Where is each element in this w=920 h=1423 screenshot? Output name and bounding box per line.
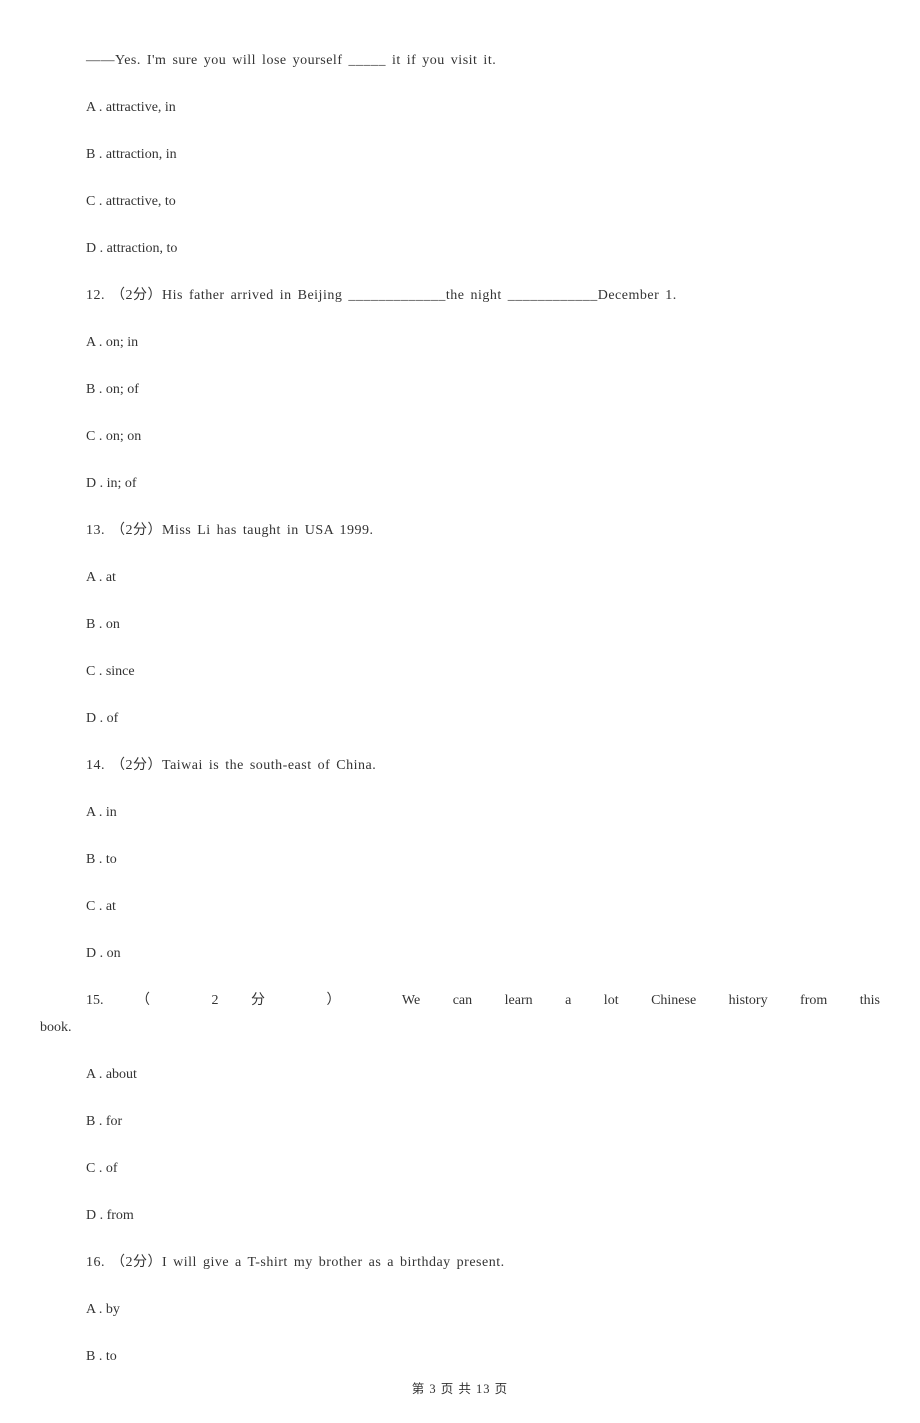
q13-option-d: D . of: [86, 708, 880, 729]
q16-option-b: B . to: [86, 1346, 880, 1367]
q13-text: 13. （2分）Miss Li has taught in USA 1999.: [86, 520, 880, 541]
q14-option-a: A . in: [86, 802, 880, 823]
q11-option-c: C . attractive, to: [86, 191, 880, 212]
page-footer: 第 3 页 共 13 页: [0, 1380, 920, 1399]
q15-option-a: A . about: [86, 1064, 880, 1085]
q11-option-a: A . attractive, in: [86, 97, 880, 118]
q11-option-d: D . attraction, to: [86, 238, 880, 259]
q12-option-b: B . on; of: [86, 379, 880, 400]
q13-option-a: A . at: [86, 567, 880, 588]
q14-option-d: D . on: [86, 943, 880, 964]
q11-continuation: ——Yes. I'm sure you will lose yourself _…: [86, 50, 880, 71]
q14-option-b: B . to: [86, 849, 880, 870]
q12-option-d: D . in; of: [86, 473, 880, 494]
q16-option-a: A . by: [86, 1299, 880, 1320]
q15-option-c: C . of: [86, 1158, 880, 1179]
q12-option-c: C . on; on: [86, 426, 880, 447]
q14-text: 14. （2分）Taiwai is the south-east of Chin…: [86, 755, 880, 776]
q12-text: 12. （2分）His father arrived in Beijing __…: [86, 285, 880, 306]
q16-text: 16. （2分）I will give a T-shirt my brother…: [86, 1252, 880, 1273]
q13-option-b: B . on: [86, 614, 880, 635]
q12-option-a: A . on; in: [86, 332, 880, 353]
q15-text-line1: 15. （ 2 分 ） We can learn a lot Chinese h…: [86, 990, 880, 1011]
q14-option-c: C . at: [86, 896, 880, 917]
q15-text-line2: book.: [40, 1017, 880, 1038]
q15-option-b: B . for: [86, 1111, 880, 1132]
q15-option-d: D . from: [86, 1205, 880, 1226]
q11-option-b: B . attraction, in: [86, 144, 880, 165]
q13-option-c: C . since: [86, 661, 880, 682]
